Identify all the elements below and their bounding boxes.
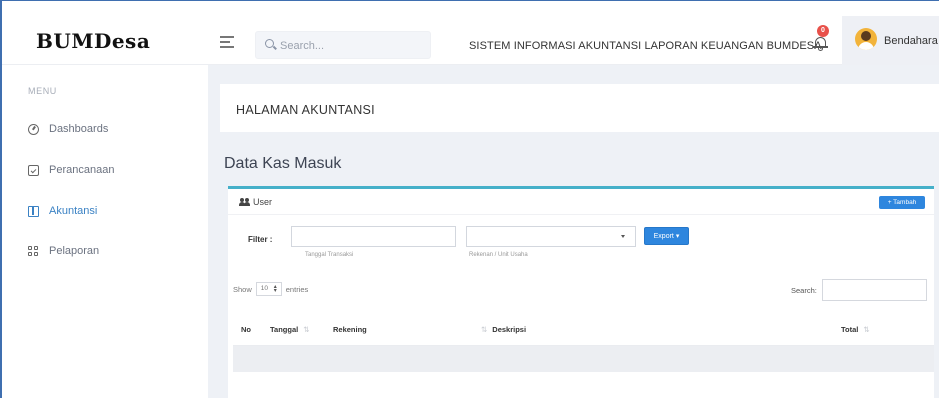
table-row bbox=[233, 346, 934, 372]
search-box[interactable] bbox=[255, 31, 431, 59]
user-menu[interactable]: Bendahara bbox=[842, 16, 939, 65]
sort-arrows-icon: ▴ ▾ bbox=[273, 284, 277, 294]
search-icon bbox=[265, 39, 274, 48]
table-search-label: Search: bbox=[791, 286, 817, 295]
notification-badge: 0 bbox=[817, 25, 829, 37]
card-title: User bbox=[253, 197, 273, 207]
app-window: BUMDesa SISTEM INFORMASI AKUNTANSI LAPOR… bbox=[0, 0, 939, 398]
entries-select[interactable]: 10 ▴ ▾ bbox=[255, 282, 282, 296]
show-prefix: Show bbox=[233, 284, 252, 294]
column-header-tanggal[interactable]: Tanggal ⇅ bbox=[270, 325, 310, 334]
user-name: Bendahara bbox=[884, 35, 938, 47]
plan-icon bbox=[28, 164, 39, 176]
date-filter-input[interactable] bbox=[291, 226, 456, 247]
accounting-icon bbox=[28, 205, 39, 217]
add-button[interactable]: + Tambah bbox=[879, 196, 925, 209]
table-header-row: No Tanggal ⇅ Rekening ⇅ Deskripsi Total ⇅ bbox=[233, 311, 934, 346]
sidebar-item-akuntansi[interactable]: Akuntansi bbox=[28, 202, 97, 220]
column-header-deskripsi[interactable]: ⇅ Deskripsi bbox=[481, 325, 526, 334]
hamburger-menu-icon[interactable] bbox=[220, 36, 234, 48]
show-suffix: entries bbox=[285, 284, 309, 294]
app-logo[interactable]: BUMDesa bbox=[36, 29, 150, 53]
export-button[interactable]: Export ▾ bbox=[644, 227, 689, 245]
dashboard-icon bbox=[28, 123, 39, 135]
sidebar: MENU Dashboards Perancanaan Akuntansi Pe… bbox=[2, 65, 208, 398]
data-card: User + Tambah Filter : Tanggal Transaksi… bbox=[228, 186, 934, 398]
page-subtitle: Data Kas Masuk bbox=[224, 155, 342, 172]
menu-title: MENU bbox=[28, 86, 57, 96]
sidebar-item-label: Akuntansi bbox=[49, 205, 98, 217]
sidebar-item-label: Pelaporan bbox=[49, 245, 100, 257]
main-content: HALAMAN AKUNTANSI Data Kas Masuk User + … bbox=[208, 65, 939, 398]
sidebar-item-dashboards[interactable]: Dashboards bbox=[28, 120, 108, 138]
card-header: User + Tambah bbox=[228, 189, 934, 215]
sort-icon: ⇅ bbox=[303, 325, 310, 334]
system-title: SISTEM INFORMASI AKUNTANSI LAPORAN KEUAN… bbox=[469, 40, 822, 52]
users-icon bbox=[239, 198, 250, 206]
filter-label: Filter : bbox=[248, 235, 273, 244]
column-header-rekening[interactable]: Rekening bbox=[333, 325, 367, 334]
account-filter-select[interactable] bbox=[466, 226, 636, 247]
sidebar-item-perancanaan[interactable]: Perancanaan bbox=[28, 161, 114, 179]
sidebar-item-pelaporan[interactable]: Pelaporan bbox=[28, 242, 99, 260]
search-input[interactable] bbox=[280, 37, 425, 54]
column-header-no[interactable]: No bbox=[241, 325, 251, 334]
table-search-input[interactable] bbox=[822, 279, 927, 301]
account-filter-hint: Rekenan / Unit Usaha bbox=[469, 252, 528, 258]
entries-select-value: 10 bbox=[260, 285, 268, 292]
report-grid-icon bbox=[28, 245, 39, 257]
sort-icon: ⇅ bbox=[481, 325, 488, 334]
sidebar-item-label: Perancanaan bbox=[49, 164, 115, 176]
avatar bbox=[855, 28, 877, 50]
sidebar-item-label: Dashboards bbox=[49, 123, 109, 135]
chevron-down-icon bbox=[621, 235, 625, 238]
page-title: HALAMAN AKUNTANSI bbox=[236, 103, 375, 117]
top-header: BUMDesa SISTEM INFORMASI AKUNTANSI LAPOR… bbox=[2, 1, 939, 65]
page-heading-bar: HALAMAN AKUNTANSI bbox=[220, 84, 939, 132]
sort-icon: ⇅ bbox=[863, 325, 870, 334]
column-header-total[interactable]: Total ⇅ bbox=[841, 325, 870, 334]
entries-length-control: Show 10 ▴ ▾ entries bbox=[233, 282, 308, 296]
date-filter-hint: Tanggal Transaksi bbox=[305, 252, 354, 258]
data-table: No Tanggal ⇅ Rekening ⇅ Deskripsi Total ⇅ bbox=[233, 311, 934, 372]
